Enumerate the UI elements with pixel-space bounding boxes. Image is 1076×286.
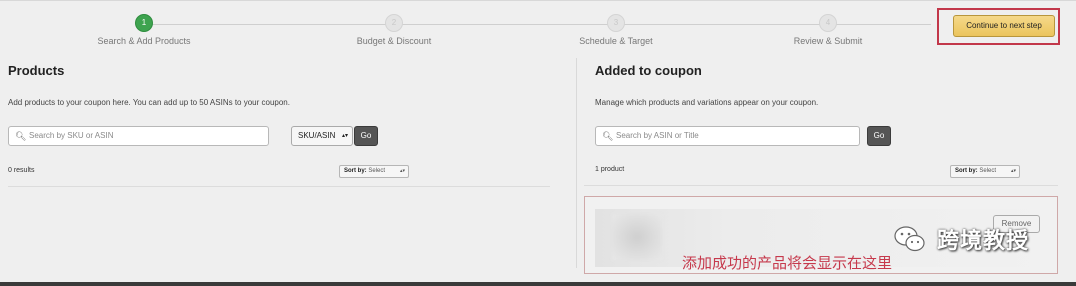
step-review-submit[interactable]: 4 Review & Submit	[780, 14, 876, 46]
search-placeholder: Search by ASIN or Title	[616, 131, 699, 140]
coupon-title: Added to coupon	[595, 63, 702, 78]
products-description: Add products to your coupon here. You ca…	[8, 98, 290, 107]
coupon-product-count: 1 product	[595, 166, 625, 173]
products-title: Products	[8, 63, 65, 78]
step-label: Search & Add Products	[97, 36, 191, 46]
search-type-value: SKU/ASIN	[298, 131, 336, 140]
search-placeholder: Search by SKU or ASIN	[29, 131, 114, 140]
products-go-button[interactable]: Go	[354, 126, 378, 146]
search-type-select[interactable]: SKU/ASIN ▴▾	[291, 126, 353, 146]
watermark-text: 跨境教授	[937, 229, 1030, 254]
step-label: Schedule & Target	[579, 36, 653, 46]
select-arrow-icon: ▴▾	[341, 133, 348, 139]
coupon-search-input[interactable]: 🔍︎ Search by ASIN or Title	[595, 126, 860, 146]
sort-value: Select	[979, 168, 997, 174]
coupon-go-button[interactable]: Go	[867, 126, 891, 146]
step-1-indicator: 1	[135, 14, 153, 32]
products-search-input[interactable]: 🔍︎ Search by SKU or ASIN	[8, 126, 269, 146]
step-3-indicator: 3	[607, 14, 625, 32]
bottom-bar	[0, 282, 1076, 286]
sort-value: Select	[368, 168, 386, 174]
search-icon: 🔍︎	[602, 131, 614, 141]
step-2-indicator: 2	[385, 14, 403, 32]
step-search-add-products[interactable]: 1 Search & Add Products	[96, 14, 192, 46]
select-arrow-icon: ▴▾	[399, 168, 405, 174]
products-results-count: 0 results	[8, 167, 35, 174]
search-icon: 🔍︎	[15, 131, 27, 141]
coupon-sort-select[interactable]: Sort by: Select ▴▾	[950, 165, 1020, 178]
step-schedule-target[interactable]: 3 Schedule & Target	[568, 14, 664, 46]
continue-button[interactable]: Continue to next step	[953, 15, 1055, 37]
coupon-divider	[584, 185, 1058, 186]
step-label: Review & Submit	[793, 36, 863, 46]
wechat-icon	[894, 226, 925, 252]
select-arrow-icon: ▴▾	[1010, 168, 1016, 174]
panel-divider	[576, 58, 577, 268]
step-label: Budget & Discount	[356, 36, 432, 46]
step-budget-discount[interactable]: 2 Budget & Discount	[346, 14, 442, 46]
coupon-description: Manage which products and variations app…	[595, 98, 819, 107]
step-4-indicator: 4	[819, 14, 837, 32]
annotation-text: 添加成功的产品将会显示在这里	[682, 254, 893, 272]
products-sort-select[interactable]: Sort by: Select ▴▾	[339, 165, 409, 178]
sort-label: Sort by:	[344, 168, 367, 174]
sort-label: Sort by:	[955, 168, 978, 174]
product-thumbnail	[612, 214, 662, 260]
products-divider	[8, 186, 550, 187]
